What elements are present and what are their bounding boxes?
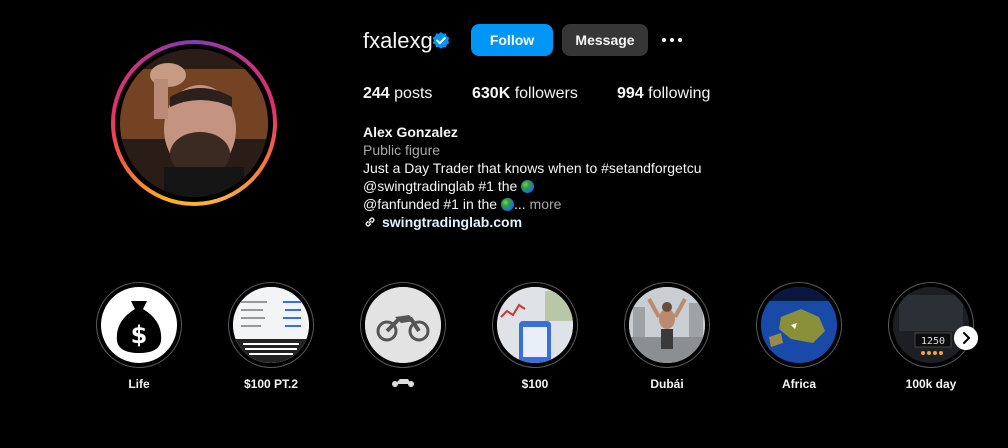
bio-category: Public figure — [363, 142, 441, 158]
svg-text:1250: 1250 — [921, 336, 945, 347]
highlight-life[interactable]: $ Life — [95, 282, 183, 391]
globe-emoji-icon — [521, 180, 535, 193]
profile-username: fxalexg — [363, 28, 433, 53]
highlight-label: $100 — [521, 377, 549, 391]
bio-more-link[interactable]: more — [530, 196, 562, 212]
motorcycle-emoji-icon — [392, 379, 414, 387]
highlight-label — [339, 376, 467, 392]
highlight-label: 100k day — [905, 377, 957, 391]
phone-chart — [497, 287, 573, 363]
highlight-100k-day[interactable]: 1250 100k day — [887, 282, 975, 391]
avatar-portrait — [120, 49, 268, 197]
bio-line-3: @fanfunded #1 in the ... more — [363, 195, 561, 213]
followers-label: followers — [514, 85, 578, 102]
highlight-100-pt2[interactable]: $100 PT.2 — [227, 282, 315, 391]
highlight-label: Dubái — [650, 377, 684, 391]
more-options-icon[interactable] — [660, 30, 684, 50]
followers-stat[interactable]: 630K followers — [472, 84, 578, 104]
highlight-africa[interactable]: Africa — [755, 282, 843, 391]
highlight-100[interactable]: $100 — [491, 282, 579, 391]
highlight-label: Life — [128, 377, 150, 391]
bio-line-2-text: @swingtradinglab #1 the — [363, 178, 518, 194]
highlight-motorcycle[interactable] — [359, 282, 447, 387]
motorcycle-icon — [365, 287, 441, 363]
follow-button[interactable]: Follow — [471, 24, 553, 56]
bio-website-text: swingtradinglab.com — [382, 214, 523, 230]
bio-website-link[interactable]: swingtradinglab.com — [363, 213, 522, 231]
bio-line-1: Just a Day Trader that knows when to #se… — [363, 160, 702, 176]
money-bag-icon: $ — [101, 287, 177, 363]
globe-emoji-icon — [500, 198, 514, 211]
following-count: 994 — [617, 85, 644, 102]
bio-line-3-text: @fanfunded #1 in the — [363, 196, 498, 212]
bio-ellipsis: ... — [513, 196, 526, 212]
person-photo — [629, 287, 705, 363]
bio-name: Alex Gonzalez — [363, 124, 458, 140]
following-stat[interactable]: 994 following — [617, 84, 710, 104]
verified-badge-icon — [432, 32, 450, 49]
chevron-right-icon[interactable] — [954, 326, 978, 350]
followers-count: 630K — [472, 85, 511, 102]
svg-text:$: $ — [131, 321, 148, 349]
avatar-photo — [120, 49, 268, 197]
highlight-label: $100 PT.2 — [243, 377, 299, 391]
profile-page: fxalexg Follow Message 244 posts 630K fo… — [0, 0, 1008, 448]
profile-avatar[interactable] — [111, 40, 277, 206]
earth-map — [761, 287, 837, 363]
posts-count: 244 — [363, 85, 390, 102]
trading-screenshot — [233, 287, 309, 363]
message-button[interactable]: Message — [562, 24, 648, 56]
bio-line-2: @swingtradinglab #1 the — [363, 177, 535, 195]
following-label: following — [648, 85, 711, 102]
posts-stat: 244 posts — [363, 84, 432, 104]
highlight-label: Africa — [781, 377, 816, 391]
posts-label: posts — [394, 85, 433, 102]
clock-display: 1250 — [893, 287, 969, 363]
highlight-dubai[interactable]: Dubái — [623, 282, 711, 391]
link-icon — [365, 217, 375, 227]
